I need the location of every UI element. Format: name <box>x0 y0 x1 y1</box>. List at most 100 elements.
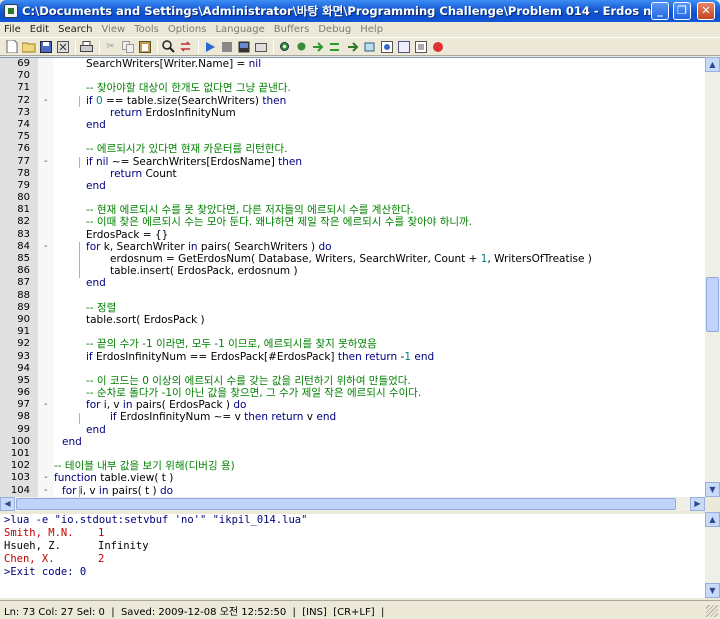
menu-file[interactable]: File <box>4 24 21 35</box>
menu-tools[interactable]: Tools <box>134 24 159 35</box>
code-line[interactable]: 92 -- 끝의 수가 -1 이라면, 모두 -1 이므로, 에르되시를 찾지 못… <box>0 338 705 350</box>
resize-grip[interactable] <box>706 605 718 617</box>
list-icon[interactable] <box>413 39 428 54</box>
next-icon[interactable] <box>311 39 326 54</box>
restore-button[interactable]: ❐ <box>673 2 691 20</box>
code-line[interactable]: 70 <box>0 70 705 82</box>
copy-icon[interactable] <box>120 39 135 54</box>
output-vertical-scrollbar[interactable]: ▲ ▼ <box>705 512 720 598</box>
code-line[interactable]: 89 -- 정렬 <box>0 302 705 314</box>
line-number: 103 <box>10 472 30 484</box>
abbrev-icon[interactable] <box>362 39 377 54</box>
close-button[interactable]: ✕ <box>697 2 715 20</box>
fold-marker-icon[interactable]: - <box>44 472 48 484</box>
code-line[interactable]: 101 <box>0 448 705 460</box>
code-line[interactable]: 78 return Count <box>0 168 705 180</box>
menu-options[interactable]: Options <box>168 24 207 35</box>
output-pane[interactable]: >lua -e "io.stdout:setvbuf 'no'" "ikpil_… <box>0 512 705 598</box>
build-icon[interactable] <box>253 39 268 54</box>
indent-guide <box>79 242 80 278</box>
menu-search[interactable]: Search <box>58 24 92 35</box>
code-line[interactable]: 88 <box>0 290 705 302</box>
line-number: 74 <box>17 118 30 130</box>
code-line[interactable]: 80 <box>0 192 705 204</box>
fold-marker-icon[interactable]: - <box>44 156 48 168</box>
code-line[interactable]: 74 end <box>0 119 705 131</box>
code-line[interactable]: 93 if ErdosInfinityNum == ErdosPack[#Erdo… <box>0 351 705 363</box>
fold-marker-icon[interactable]: - <box>44 241 48 253</box>
marker-icon[interactable] <box>379 39 394 54</box>
print-icon[interactable] <box>79 39 94 54</box>
indent-guide <box>79 156 80 168</box>
menu-language[interactable]: Language <box>215 24 264 35</box>
compile-icon[interactable] <box>236 39 251 54</box>
code-line[interactable]: 73 return ErdosInfinityNum <box>0 107 705 119</box>
menu-buffers[interactable]: Buffers <box>274 24 310 35</box>
minimize-button[interactable]: _ <box>651 2 669 20</box>
open-icon[interactable] <box>21 39 36 54</box>
code-editor[interactable]: 69 SearchWriters[Writer.Name] = nil 70 71 --… <box>0 57 705 497</box>
code-line[interactable]: 76 -- 에르되시가 있다면 현재 카운터를 리턴한다. <box>0 143 705 155</box>
menu-edit[interactable]: Edit <box>30 24 49 35</box>
scroll-left-icon[interactable]: ◀ <box>0 497 15 511</box>
app-icon[interactable] <box>4 4 18 18</box>
line-number: 75 <box>17 131 30 143</box>
code-line[interactable]: 77 - if nil ~= SearchWriters[ErdosName] th… <box>0 156 705 168</box>
scroll-right-icon[interactable]: ▶ <box>690 497 705 511</box>
code-line[interactable]: 79 end <box>0 180 705 192</box>
code-line[interactable]: 100 end <box>0 436 705 448</box>
menu-help[interactable]: Help <box>360 24 383 35</box>
paste-icon[interactable] <box>137 39 152 54</box>
code-line[interactable]: 97 - for i, v in pairs( ErdosPack ) do <box>0 399 705 411</box>
replace-icon[interactable] <box>178 39 193 54</box>
toggle-icon[interactable] <box>345 39 360 54</box>
code-line[interactable]: 103 - function table.view( t ) <box>0 472 705 484</box>
fold-marker-icon[interactable]: - <box>44 399 48 411</box>
code-line[interactable]: 81 -- 현재 에르되시 수를 못 찾았다면, 다른 저자들의 에르되시 수를 … <box>0 204 705 216</box>
code-line[interactable]: 91 <box>0 326 705 338</box>
code-line[interactable]: 94 <box>0 363 705 375</box>
code-line[interactable]: 86 table.insert( ErdosPack, erdosnum ) <box>0 265 705 277</box>
code-line[interactable]: 82 -- 이때 찾은 에르되시 수는 모아 둔다. 왜냐하면 제일 작은 에르되… <box>0 216 705 228</box>
stop-icon[interactable] <box>219 39 234 54</box>
scroll-down-icon[interactable]: ▼ <box>705 583 720 598</box>
code-line[interactable]: 102 -- 테이블 내부 값을 보기 위해(디버깅 용) <box>0 460 705 472</box>
prev-icon[interactable] <box>328 39 343 54</box>
new-file-icon[interactable] <box>4 39 19 54</box>
code-line[interactable]: 95 -- 이 코드는 0 이상의 에르되시 수를 갖는 값을 리턴하기 위하여 … <box>0 375 705 387</box>
code-line[interactable]: 87 end <box>0 277 705 289</box>
document-icon[interactable] <box>396 39 411 54</box>
editor-horizontal-scrollbar[interactable]: ◀ ▶ <box>0 497 705 511</box>
scroll-thumb[interactable] <box>706 277 719 332</box>
code-line[interactable]: 98 if ErdosInfinityNum ~= v then return v… <box>0 411 705 423</box>
find-icon[interactable] <box>161 39 176 54</box>
fold-marker-icon[interactable]: - <box>44 95 48 107</box>
save-icon[interactable] <box>38 39 53 54</box>
go-icon[interactable] <box>294 39 309 54</box>
close-all-icon[interactable] <box>430 39 445 54</box>
menu-view[interactable]: View <box>101 24 125 35</box>
scroll-down-icon[interactable]: ▼ <box>705 482 720 497</box>
code-line[interactable]: 83 ErdosPack = {} <box>0 229 705 241</box>
close-file-icon[interactable] <box>55 39 70 54</box>
code-line[interactable]: 84 - for k, SearchWriter in pairs( SearchW… <box>0 241 705 253</box>
code-line[interactable]: 71 -- 찾아야할 대상이 한개도 없다면 그냥 끝낸다. <box>0 82 705 94</box>
cut-icon[interactable]: ✂ <box>103 39 118 54</box>
run-icon[interactable] <box>202 39 217 54</box>
code-line[interactable]: 75 <box>0 131 705 143</box>
code-line[interactable]: 69 SearchWriters[Writer.Name] = nil <box>0 58 705 70</box>
scroll-up-icon[interactable]: ▲ <box>705 57 720 72</box>
code-line[interactable]: 72 - if 0 == table.size(SearchWriters) the… <box>0 95 705 107</box>
line-number: 87 <box>17 277 30 289</box>
code-line[interactable]: 99 end <box>0 424 705 436</box>
code-line[interactable]: 96 -- 순차로 돌다가 -1이 아닌 값을 찾으면, 그 수가 제일 작은 에… <box>0 387 705 399</box>
code-line[interactable]: 104- for i, v in pairs( t ) do <box>0 485 705 497</box>
fold-marker-icon[interactable]: - <box>44 485 48 497</box>
code-line[interactable]: 90 table.sort( ErdosPack ) <box>0 314 705 326</box>
menu-debug[interactable]: Debug <box>318 24 351 35</box>
code-line[interactable]: 85 erdosnum = GetErdosNum( Database, Writ… <box>0 253 705 265</box>
scroll-thumb[interactable] <box>16 498 676 510</box>
settings-icon[interactable] <box>277 39 292 54</box>
scroll-up-icon[interactable]: ▲ <box>705 512 720 527</box>
editor-vertical-scrollbar[interactable]: ▲ ▼ <box>705 57 720 497</box>
